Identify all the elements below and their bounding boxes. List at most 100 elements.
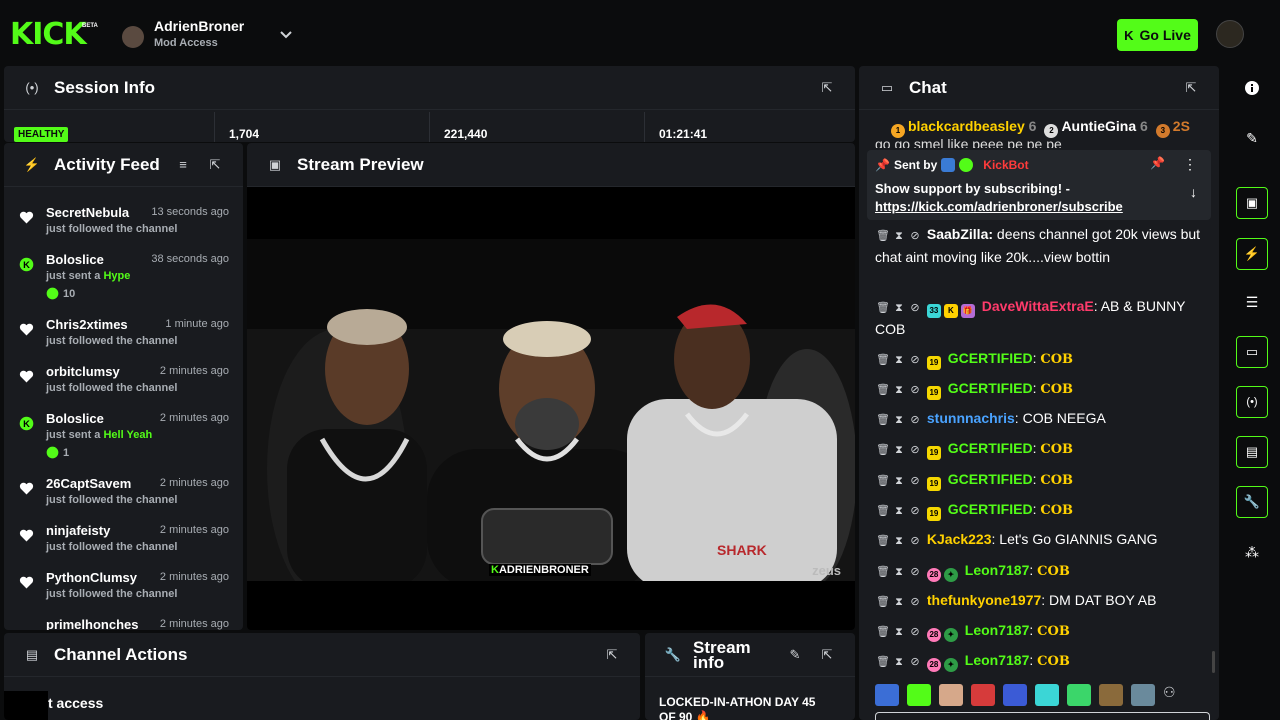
filter-icon[interactable]: ≡ — [173, 157, 193, 172]
activity-username[interactable]: Boloslice — [46, 411, 104, 426]
activity-time: 2 minutes ago — [159, 412, 229, 424]
channel-name[interactable]: AdrienBroner — [154, 18, 244, 34]
popout-icon[interactable]: ⇱ — [1181, 80, 1201, 96]
chat-messages[interactable]: 🗑 ⧗ ⊘ SaabZilla: deens channel got 20k vie… — [875, 216, 1210, 676]
emote-button[interactable] — [875, 684, 899, 706]
scrollbar[interactable] — [1212, 651, 1215, 673]
emote-button[interactable] — [939, 684, 963, 706]
wrench-icon[interactable]: 🔧 — [1236, 486, 1268, 518]
stream-title: LOCKED-IN-ATHON DAY 45 OF 90 🔥 — [659, 695, 816, 720]
share-icon[interactable]: ⁂ — [1236, 536, 1268, 568]
emote-button[interactable] — [1099, 684, 1123, 706]
activity-username[interactable]: orbitclumsy — [46, 364, 120, 379]
chat-username[interactable]: KJack223 — [927, 531, 992, 547]
video-player[interactable]: SHARK KADRIENBRONER zeus — [247, 239, 855, 581]
subscribe-link[interactable]: https://kick.com/adrienbroner/subscribe — [875, 199, 1123, 214]
activity-description: just followed the channel — [46, 382, 178, 394]
heart-icon — [19, 211, 34, 224]
activity-username[interactable]: ninjafeisty — [46, 523, 110, 538]
top-bar: KICK BETA AdrienBroner Mod Access K Go L… — [0, 0, 1280, 70]
chat-toggle-icon[interactable]: ▭ — [1236, 336, 1268, 368]
kicks-icon — [46, 446, 59, 459]
stream-preview-panel: ▣ Stream Preview SHARK KADRIENBRONER zeu… — [247, 143, 855, 630]
pin-icon: 📌 — [875, 158, 890, 172]
chat-username[interactable]: Leon7187 — [965, 652, 1030, 668]
chat-username[interactable]: GCERTIFIED — [948, 501, 1033, 517]
activity-list[interactable]: SecretNebula 13 seconds ago just followe… — [4, 189, 243, 630]
chat-username[interactable]: GCERTIFIED — [948, 440, 1033, 456]
arrow-down-icon[interactable]: ↓ — [1190, 184, 1197, 200]
activity-toggle-icon[interactable]: ⚡ — [1236, 238, 1268, 270]
stream-preview-header: ▣ Stream Preview — [247, 143, 855, 187]
activity-username[interactable]: Boloslice — [46, 252, 104, 267]
activity-username[interactable]: Chris2xtimes — [46, 317, 128, 332]
chat-username[interactable]: thefunkyone1977 — [927, 592, 1041, 608]
go-live-button[interactable]: K Go Live — [1117, 19, 1198, 51]
top-gifters: 1 blackcardbeasley 6 2 AuntieGina 6 3 2S — [891, 118, 1190, 138]
session-toggle-icon[interactable]: (•) — [1236, 386, 1268, 418]
chat-message: go go smel like peee pe pe pe — [875, 136, 1062, 148]
divider — [644, 112, 645, 142]
chevron-down-icon[interactable] — [278, 26, 294, 42]
emote-button[interactable] — [1035, 684, 1059, 706]
timeout-icon[interactable]: ⧗ — [891, 226, 907, 247]
panel-title: Stream Preview — [297, 154, 424, 174]
popout-icon[interactable]: ⇱ — [205, 157, 225, 173]
popout-icon[interactable]: ⇱ — [602, 647, 622, 663]
chat-username[interactable]: GCERTIFIED — [948, 471, 1033, 487]
emote-button[interactable] — [1003, 684, 1027, 706]
delete-icon[interactable]: 🗑 — [875, 226, 891, 247]
chat-icon: ▭ — [880, 79, 894, 95]
activity-username[interactable]: primelhonches — [46, 617, 138, 630]
kick-k-icon: K — [1124, 27, 1134, 43]
activity-feed-panel: ⚡ Activity Feed ≡ ⇱ SecretNebula 13 seco… — [4, 143, 243, 630]
status-badge: HEALTHY — [14, 127, 69, 142]
activity-feed-header: ⚡ Activity Feed ≡ ⇱ — [4, 143, 243, 187]
actions-toggle-icon[interactable]: ▤ — [1236, 436, 1268, 468]
gift-name: Hype — [103, 270, 131, 282]
chat-username[interactable]: GCERTIFIED — [948, 350, 1033, 366]
channel-role: Mod Access — [154, 37, 218, 49]
popout-icon[interactable]: ⇱ — [817, 647, 837, 663]
kicks-amount: 1 — [46, 446, 69, 459]
activity-username[interactable]: 26CaptSavem — [46, 476, 131, 491]
heart-icon — [19, 482, 34, 495]
unpin-icon[interactable]: 📌 — [1150, 156, 1165, 170]
chat-username[interactable]: Leon7187 — [965, 562, 1030, 578]
list-icon[interactable]: ☰ — [1236, 286, 1268, 318]
stream-preview-toggle-icon[interactable]: ▣ — [1236, 187, 1268, 219]
popout-icon[interactable]: ⇱ — [817, 80, 837, 96]
chat-username[interactable]: Leon7187 — [965, 622, 1030, 638]
chat-username[interactable]: DaveWittaExtraE — [982, 298, 1094, 314]
emote-button[interactable] — [971, 684, 995, 706]
emote-picker-icon[interactable]: ⚇ — [1163, 684, 1187, 708]
action-row[interactable]: t access — [48, 695, 103, 711]
more-icon[interactable]: ⋮ — [1183, 156, 1197, 173]
chat-username[interactable]: SaabZilla: — [927, 226, 993, 242]
kicks-icon: K — [19, 257, 34, 272]
user-avatar[interactable] — [1216, 20, 1244, 48]
edit-icon[interactable]: ✎ — [785, 647, 805, 663]
chat-username[interactable]: stunnnachris — [927, 410, 1015, 426]
panel-title: Activity Feed — [54, 154, 160, 174]
bot-badge — [941, 158, 956, 172]
kick-logo[interactable]: KICK — [10, 20, 87, 50]
chat-input[interactable] — [875, 712, 1210, 720]
activity-description: just sent a Hell Yeah — [46, 429, 153, 441]
info-icon[interactable] — [1236, 72, 1268, 104]
emote-button[interactable] — [907, 684, 931, 706]
activity-username[interactable]: PythonClumsy — [46, 570, 137, 585]
activity-time: 2 minutes ago — [159, 477, 229, 489]
edit-icon[interactable]: ✎ — [1236, 122, 1268, 154]
ban-icon[interactable]: ⊘ — [907, 226, 923, 247]
activity-time: 2 minutes ago — [159, 524, 229, 536]
panel-title: Chat — [909, 77, 947, 97]
emote-button[interactable] — [1131, 684, 1155, 706]
activity-username[interactable]: SecretNebula — [46, 205, 129, 220]
chat-message: 🗑 ⧗ ⊘ 19 GCERTIFIED: COB — [875, 438, 1210, 461]
stream-info-header: 🔧 Stream info ✎ ⇱ — [645, 633, 855, 677]
chat-message: 🗑 ⧗ ⊘ 33 K 🎁 DaveWittaExtraE: AB & BUNNY COB — [875, 298, 1186, 337]
svg-text:K: K — [23, 260, 30, 270]
chat-username[interactable]: GCERTIFIED — [948, 380, 1033, 396]
emote-button[interactable] — [1067, 684, 1091, 706]
